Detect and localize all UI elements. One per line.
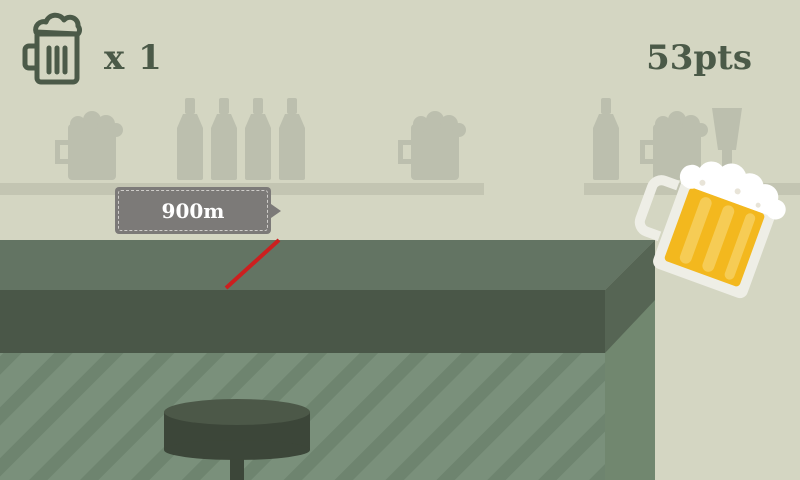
shelf-bottle bbox=[593, 98, 619, 180]
beer-mug-icon bbox=[22, 12, 82, 85]
shelf-mug bbox=[55, 111, 123, 180]
shelf-mug bbox=[398, 111, 466, 180]
counter-top bbox=[0, 240, 655, 290]
score-label: 53pts bbox=[646, 38, 752, 78]
distance-marker-label: 900m bbox=[161, 198, 225, 223]
counter-front bbox=[0, 290, 605, 353]
shelf-bottle bbox=[279, 98, 305, 180]
beer-mug-sprite[interactable] bbox=[626, 150, 800, 310]
distance-marker: 900m bbox=[115, 187, 281, 234]
shelf-bottle bbox=[245, 98, 271, 180]
shelf-bottle bbox=[177, 98, 203, 180]
shelf-bottle bbox=[211, 98, 237, 180]
mug-count-label: x 1 bbox=[104, 38, 163, 78]
